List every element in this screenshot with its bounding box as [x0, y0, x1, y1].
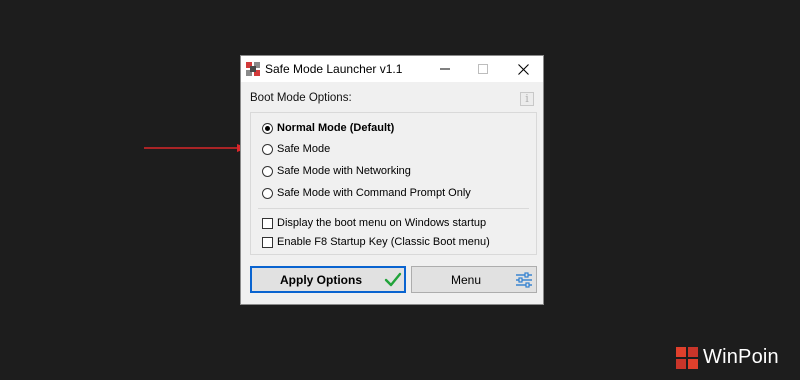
close-icon — [517, 63, 529, 75]
checkbox-enable-f8[interactable]: Enable F8 Startup Key (Classic Boot menu… — [262, 234, 490, 250]
title-bar[interactable]: Safe Mode Launcher v1.1 — [241, 56, 543, 82]
checkbox-display-boot-menu[interactable]: Display the boot menu on Windows startup — [262, 215, 486, 231]
boot-mode-options-label: Boot Mode Options: — [250, 92, 352, 104]
apply-options-label: Apply Options — [280, 273, 362, 287]
radio-label: Normal Mode (Default) — [277, 122, 395, 134]
radio-button[interactable] — [262, 165, 273, 177]
apply-options-button[interactable]: Apply Options — [250, 266, 406, 293]
radio-label: Safe Mode — [277, 143, 331, 155]
checkbox-label: Display the boot menu on Windows startup — [277, 217, 487, 229]
radio-button[interactable] — [262, 187, 273, 199]
minimize-button[interactable] — [425, 56, 465, 82]
watermark-text: WinPoin — [703, 346, 779, 368]
radio-label: Safe Mode with Command Prompt Only — [277, 187, 471, 199]
minimize-icon — [440, 68, 450, 70]
close-button[interactable] — [503, 56, 543, 82]
radio-button-selected[interactable] — [262, 122, 273, 134]
safe-mode-launcher-window: Safe Mode Launcher v1.1 Boot Mode Option… — [240, 55, 544, 305]
checkbox-label: Enable F8 Startup Key (Classic Boot menu… — [277, 236, 490, 248]
radio-safe-mode-command-prompt[interactable]: Safe Mode with Command Prompt Only — [262, 185, 471, 201]
checkbox[interactable] — [262, 236, 273, 248]
radio-label: Safe Mode with Networking — [277, 165, 411, 177]
checkmark-icon — [384, 272, 402, 287]
menu-label: Menu — [451, 273, 482, 287]
menu-button[interactable]: Menu — [411, 266, 537, 293]
winpoin-logo-icon — [676, 346, 698, 369]
window-title: Safe Mode Launcher v1.1 — [265, 62, 403, 76]
info-icon[interactable]: i — [520, 92, 534, 106]
sliders-icon — [516, 272, 532, 288]
radio-normal-mode[interactable]: Normal Mode (Default) — [262, 120, 394, 136]
app-icon — [245, 61, 261, 77]
maximize-icon — [478, 64, 488, 74]
boot-options-panel: Normal Mode (Default) Safe Mode Safe Mod… — [250, 112, 537, 255]
radio-safe-mode[interactable]: Safe Mode — [262, 141, 330, 157]
checkbox[interactable] — [262, 217, 273, 229]
radio-safe-mode-networking[interactable]: Safe Mode with Networking — [262, 163, 411, 179]
radio-button[interactable] — [262, 143, 273, 155]
maximize-button[interactable] — [463, 56, 503, 82]
red-arrow-annotation — [144, 144, 248, 152]
winpoin-watermark: WinPoin — [676, 346, 779, 369]
options-divider — [258, 208, 529, 209]
